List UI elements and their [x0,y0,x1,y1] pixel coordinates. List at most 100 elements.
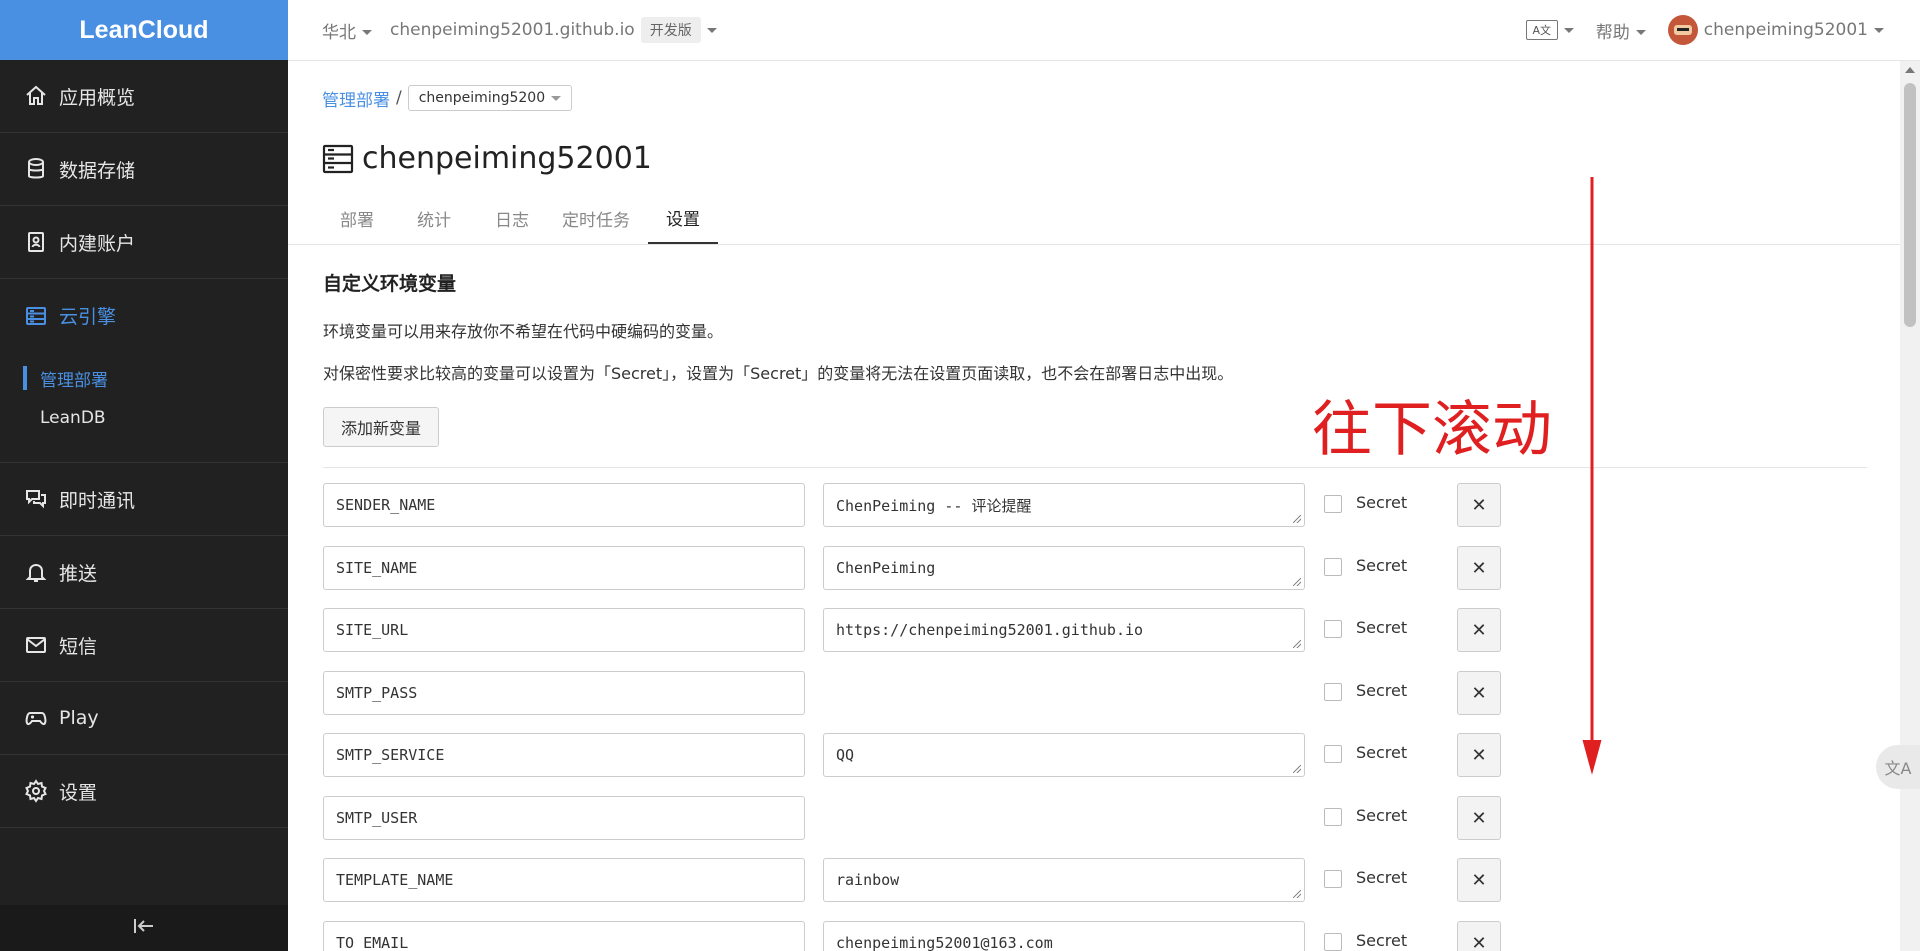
sidebar-item-label: 云引擎 [59,306,117,328]
secret-label: Secret [1356,556,1408,575]
secret-checkbox[interactable] [1324,683,1342,701]
gear-icon [24,779,48,803]
delete-variable-button[interactable]: ✕ [1457,546,1501,590]
collapse-left-icon [133,916,155,940]
sidebar-item-label: 设置 [59,781,98,804]
delete-variable-button[interactable]: ✕ [1457,608,1501,652]
section-title: 自定义环境变量 [323,273,457,295]
plan-badge: 开发版 [640,17,701,43]
sidebar-item-storage[interactable]: 数据存储 [0,133,288,206]
scroll-up-arrow-icon[interactable] [1900,61,1920,79]
delete-variable-button[interactable]: ✕ [1457,733,1501,777]
subnav-item-leandb[interactable]: LeanDB [0,398,288,438]
chevron-down-icon [551,95,562,101]
app-logo[interactable]: LeanCloud [0,0,288,60]
sidebar-item-settings[interactable]: 设置 [0,755,288,828]
variable-name-input[interactable]: SITE_NAME [323,546,805,590]
help-label: 帮助 [1595,22,1630,43]
secret-checkbox[interactable] [1324,808,1342,826]
region-dropdown[interactable]: 华北 [322,18,372,43]
secret-checkbox[interactable] [1324,558,1342,576]
breadcrumb-separator: / [396,88,402,108]
scroll-down-annotation: 往下滚动 [1312,395,1552,465]
variable-value-input[interactable]: QQ [823,733,1305,777]
language-dropdown[interactable]: A文 [1525,20,1574,40]
tab-deploy[interactable]: 部署 [340,192,374,244]
sidebar-item-overview[interactable]: 应用概览 [0,60,288,133]
secret-checkbox[interactable] [1324,870,1342,888]
sidebar-item-label: 内建账户 [59,232,136,255]
sidebar-collapse-button[interactable] [0,905,288,951]
tab-settings[interactable]: 设置 [648,192,718,244]
secret-checkbox[interactable] [1324,620,1342,638]
scroll-thumb[interactable] [1904,83,1916,327]
sidebar-item-label: 短信 [59,635,98,658]
secret-checkbox[interactable] [1324,933,1342,951]
chevron-down-icon [362,30,372,35]
page-scrollbar[interactable] [1900,61,1920,951]
secret-label: Secret [1356,493,1408,512]
variable-name-input[interactable]: TEMPLATE_NAME [323,858,805,902]
cloud-engine-subnav: 管理部署 LeanDB [0,352,288,463]
secret-label: Secret [1356,931,1408,950]
variable-name-input[interactable]: SMTP_PASS [323,671,805,715]
sidebar-item-sms[interactable]: 短信 [0,609,288,682]
variable-value-input[interactable]: ChenPeiming [823,546,1305,590]
group-select[interactable]: chenpeiming5200 [407,85,573,111]
variable-name-input[interactable]: TO_EMAIL [323,921,805,951]
server-icon [24,304,48,328]
page-title: chenpeiming52001 [322,141,652,176]
sidebar-item-push[interactable]: 推送 [0,536,288,609]
secret-label: Secret [1356,868,1408,887]
add-variable-button[interactable]: 添加新变量 [323,407,439,447]
variable-row: TO_EMAIL chenpeiming52001@163.com Secret… [323,921,1523,951]
sidebar-item-label: 数据存储 [59,159,136,182]
sidebar-item-label: 应用概览 [59,86,136,109]
variable-row: SITE_NAME ChenPeiming Secret ✕ [323,546,1523,592]
variable-row: TEMPLATE_NAME rainbow Secret ✕ [323,858,1523,904]
avatar [1667,15,1698,45]
user-dropdown[interactable]: chenpeiming52001 [1667,15,1884,45]
variable-name-input[interactable]: SMTP_SERVICE [323,733,805,777]
chevron-down-icon [1874,27,1884,33]
sidebar-item-play[interactable]: Play [0,682,288,755]
delete-variable-button[interactable]: ✕ [1457,921,1501,951]
user-badge-icon [24,230,48,254]
breadcrumb-root-link[interactable]: 管理部署 [322,86,390,111]
gamepad-icon [24,706,48,730]
delete-variable-button[interactable]: ✕ [1457,858,1501,902]
secret-checkbox[interactable] [1324,495,1342,513]
secret-label: Secret [1356,806,1408,825]
delete-variable-button[interactable]: ✕ [1457,483,1501,527]
tab-logs[interactable]: 日志 [495,192,529,244]
tab-cron[interactable]: 定时任务 [562,192,630,244]
app-dropdown[interactable]: chenpeiming52001.github.io 开发版 [390,17,717,43]
server-icon [322,144,354,173]
language-icon: A文 [1525,20,1558,40]
variable-name-input[interactable]: SMTP_USER [323,796,805,840]
variable-value-input[interactable]: chenpeiming52001@163.com [823,921,1305,951]
sidebar-item-cloud-engine[interactable]: 云引擎 [0,279,288,352]
app-name: chenpeiming52001.github.io [390,20,635,40]
sidebar-item-label: Play [59,707,99,729]
bell-icon [24,560,48,584]
tab-stats[interactable]: 统计 [417,192,451,244]
chevron-down-icon [1635,30,1646,35]
secret-checkbox[interactable] [1324,745,1342,763]
variable-value-input[interactable]: rainbow [823,858,1305,902]
variable-value-input[interactable]: ChenPeiming -- 评论提醒 [823,483,1305,527]
variable-name-input[interactable]: SITE_URL [323,608,805,652]
translate-button[interactable]: 文A [1876,745,1920,789]
variable-value-input[interactable]: https://chenpeiming52001.github.io [823,608,1305,652]
variable-name-input[interactable]: SENDER_NAME [323,483,805,527]
subnav-item-deploy[interactable]: 管理部署 [0,358,288,398]
sidebar-item-accounts[interactable]: 内建账户 [0,206,288,279]
help-dropdown[interactable]: 帮助 [1596,18,1646,43]
mail-icon [24,633,48,657]
delete-variable-button[interactable]: ✕ [1457,671,1501,715]
env-description: 环境变量可以用来存放你不希望在代码中硬编码的变量。 [323,322,724,341]
sidebar-item-im[interactable]: 即时通讯 [0,463,288,536]
delete-variable-button[interactable]: ✕ [1457,796,1501,840]
variable-row: SITE_URL https://chenpeiming52001.github… [323,608,1523,654]
variable-row: SENDER_NAME ChenPeiming -- 评论提醒 Secret ✕ [323,483,1523,529]
